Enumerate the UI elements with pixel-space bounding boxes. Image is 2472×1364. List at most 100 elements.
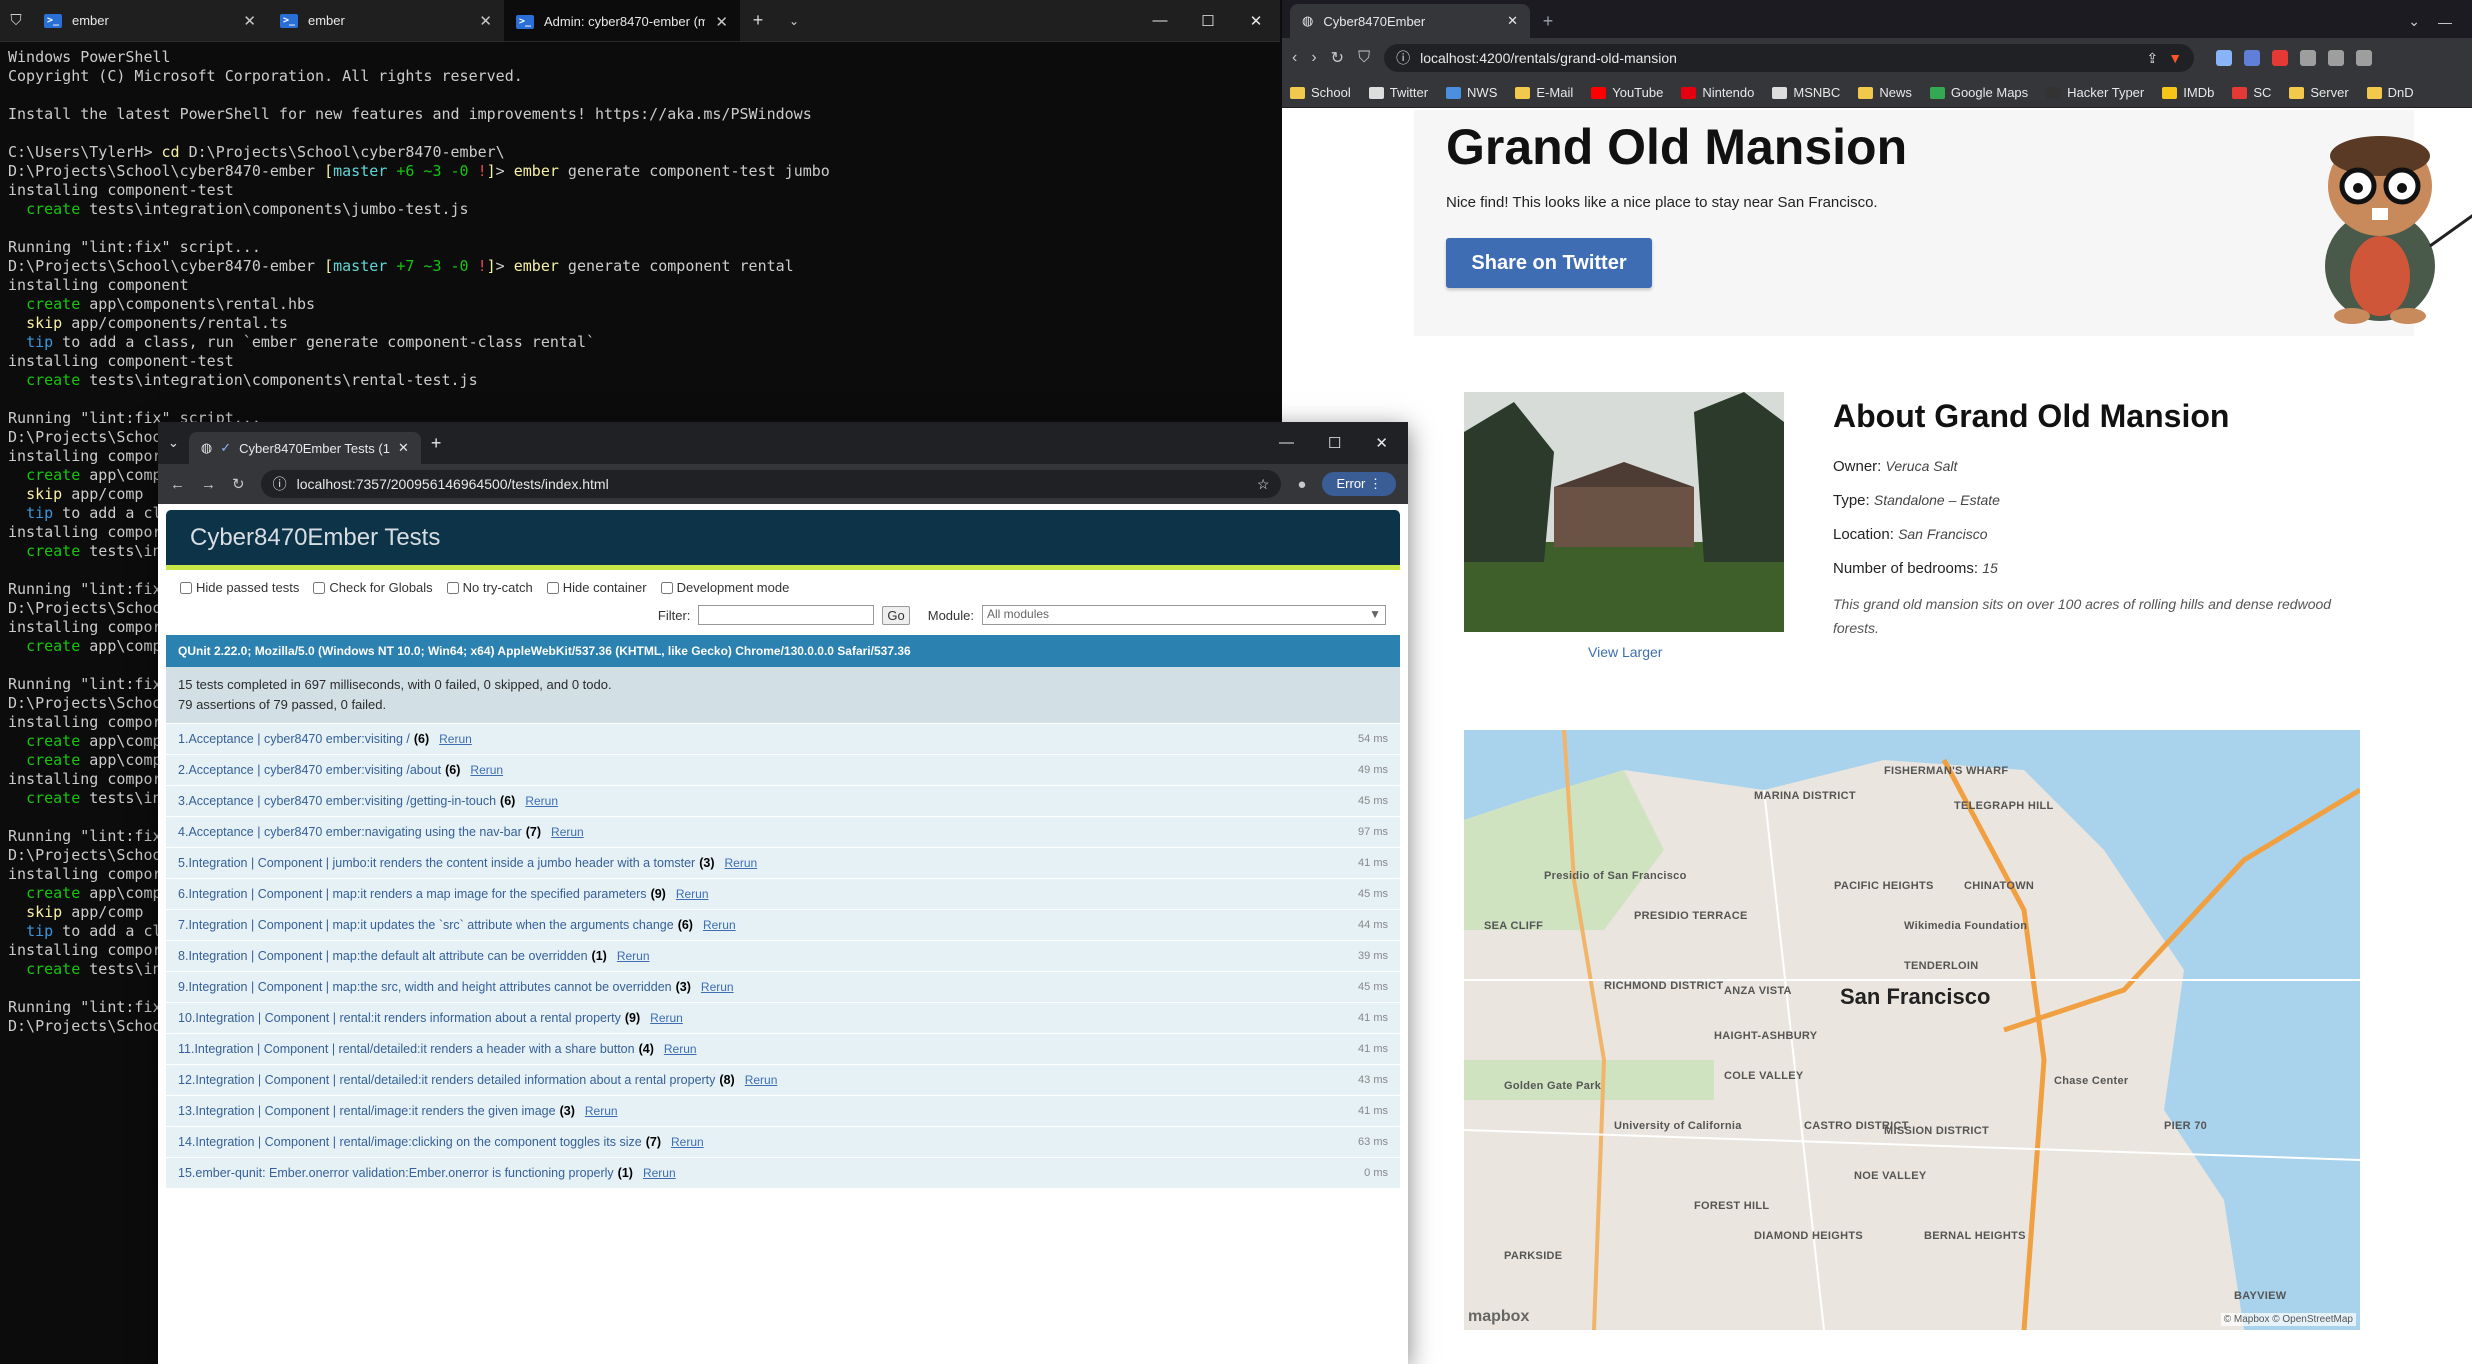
option-hide-passed-tests[interactable]: Hide passed tests xyxy=(180,580,299,595)
extension-icon[interactable] xyxy=(2216,50,2233,66)
error-button[interactable]: Error ⋮ xyxy=(1322,472,1396,496)
rerun-link[interactable]: Rerun xyxy=(643,1166,676,1180)
test-item[interactable]: 12. Integration | Component | rental/det… xyxy=(166,1065,1400,1096)
brave-shield-icon[interactable]: ▼ xyxy=(2168,50,2182,66)
rental-image[interactable] xyxy=(1464,392,1784,632)
go-button[interactable]: Go xyxy=(882,605,910,625)
bookmark-twitter[interactable]: Twitter xyxy=(1368,85,1428,100)
url-text[interactable]: localhost:7357/200956146964500/tests/ind… xyxy=(297,476,1247,492)
test-item[interactable]: 3. Acceptance | cyber8470 ember: visitin… xyxy=(166,786,1400,817)
bookmark-imdb[interactable]: IMDb xyxy=(2162,85,2214,100)
reload-icon[interactable]: ↻ xyxy=(1331,48,1344,68)
rerun-link[interactable]: Rerun xyxy=(650,1011,683,1025)
rerun-link[interactable]: Rerun xyxy=(671,1135,704,1149)
tab-search-icon[interactable]: ⌄ xyxy=(2408,13,2420,30)
forward-icon[interactable]: › xyxy=(1311,49,1316,67)
bookmark-nws[interactable]: NWS xyxy=(1446,85,1497,100)
browser-tab[interactable]: ◍ Cyber8470Ember ✕ xyxy=(1290,4,1530,38)
site-info-icon[interactable]: ⓘ xyxy=(273,474,287,494)
test-item[interactable]: 2. Acceptance | cyber8470 ember: visitin… xyxy=(166,755,1400,786)
new-tab-button[interactable]: + xyxy=(1530,11,1566,32)
test-item[interactable]: 5. Integration | Component | jumbo: it r… xyxy=(166,848,1400,879)
map-image[interactable]: San Francisco MARINA DISTRICT TELEGRAPH H… xyxy=(1464,730,2360,1330)
option-checkbox[interactable] xyxy=(180,581,192,594)
new-tab-button[interactable]: + xyxy=(740,0,776,41)
rerun-link[interactable]: Rerun xyxy=(701,980,734,994)
back-icon[interactable]: ← xyxy=(170,476,185,493)
back-icon[interactable]: ‹ xyxy=(1292,49,1297,67)
minimize-button[interactable]: — xyxy=(1279,434,1294,452)
tab-search-icon[interactable]: ⌄ xyxy=(168,435,179,451)
terminal-tab-2[interactable]: >_ ember ✕ xyxy=(268,0,504,41)
minimize-button[interactable]: — xyxy=(1136,0,1184,41)
terminal-tab-3[interactable]: >_ Admin: cyber8470-ember (ma ✕ xyxy=(504,0,740,41)
rerun-link[interactable]: Rerun xyxy=(617,949,650,963)
test-tab[interactable]: ◍ ✓ Cyber8470Ember Tests (15/ ✕ xyxy=(188,432,421,464)
test-item[interactable]: 1. Acceptance | cyber8470 ember: visitin… xyxy=(166,724,1400,755)
tab-dropdown-icon[interactable]: ⌄ xyxy=(776,0,812,41)
test-item[interactable]: 8. Integration | Component | map: the de… xyxy=(166,941,1400,972)
module-select[interactable]: All modules ▼ xyxy=(982,605,1386,625)
new-tab-button[interactable]: + xyxy=(431,433,442,454)
option-development-mode[interactable]: Development mode xyxy=(660,580,789,595)
close-icon[interactable]: ✕ xyxy=(398,440,409,456)
filter-input[interactable] xyxy=(698,605,875,625)
mapbox-logo[interactable]: mapbox xyxy=(1468,1308,1529,1326)
reload-icon[interactable]: ↻ xyxy=(232,475,245,493)
close-icon[interactable]: ✕ xyxy=(1507,13,1518,29)
rerun-link[interactable]: Rerun xyxy=(470,763,503,777)
profile-icon[interactable]: ● xyxy=(1297,476,1306,493)
rerun-link[interactable]: Rerun xyxy=(664,1042,697,1056)
close-window-button[interactable]: ✕ xyxy=(1232,0,1280,41)
rerun-link[interactable]: Rerun xyxy=(703,918,736,932)
maximize-button[interactable]: ☐ xyxy=(1184,0,1232,41)
test-item[interactable]: 13. Integration | Component | rental/ima… xyxy=(166,1096,1400,1127)
test-item[interactable]: 9. Integration | Component | map: the sr… xyxy=(166,972,1400,1003)
site-info-icon[interactable]: ⓘ xyxy=(1396,48,1410,68)
view-larger-link[interactable]: View Larger xyxy=(1588,644,1662,660)
rerun-link[interactable]: Rerun xyxy=(525,794,558,808)
test-item[interactable]: 7. Integration | Component | map: it upd… xyxy=(166,910,1400,941)
test-item[interactable]: 15. ember-qunit: Ember.onerror validatio… xyxy=(166,1158,1400,1189)
minimize-button[interactable]: — xyxy=(2438,14,2452,30)
qunit-header[interactable]: Cyber8470Ember Tests xyxy=(166,510,1400,570)
address-bar[interactable]: ⓘ localhost:4200/rentals/grand-old-mansi… xyxy=(1384,44,2195,72)
bookmark-google-maps[interactable]: Google Maps xyxy=(1929,85,2028,100)
share-icon[interactable]: ⇪ xyxy=(2146,50,2158,67)
puzzle-icon[interactable] xyxy=(2300,50,2317,66)
bookmark-icon[interactable]: ⛉ xyxy=(1358,49,1370,67)
url-text[interactable]: localhost:4200/rentals/grand-old-mansion xyxy=(1420,50,2136,66)
option-checkbox[interactable] xyxy=(313,581,326,594)
rerun-link[interactable]: Rerun xyxy=(725,856,758,870)
bookmark-school[interactable]: School xyxy=(1290,85,1351,100)
option-hide-container[interactable]: Hide container xyxy=(546,580,647,595)
terminal-tab-1[interactable]: >_ ember ✕ xyxy=(32,0,268,41)
test-item[interactable]: 4. Acceptance | cyber8470 ember: navigat… xyxy=(166,817,1400,848)
bookmark-sc[interactable]: SC xyxy=(2232,85,2271,100)
star-icon[interactable]: ☆ xyxy=(1257,476,1270,493)
share-on-twitter-button[interactable]: Share on Twitter xyxy=(1446,238,1652,288)
bookmark-youtube[interactable]: YouTube xyxy=(1591,85,1663,100)
test-item[interactable]: 14. Integration | Component | rental/ima… xyxy=(166,1127,1400,1158)
rerun-link[interactable]: Rerun xyxy=(585,1104,618,1118)
extension-icon[interactable] xyxy=(2244,50,2261,66)
close-icon[interactable]: ✕ xyxy=(715,13,728,31)
test-item[interactable]: 10. Integration | Component | rental: it… xyxy=(166,1003,1400,1034)
address-bar[interactable]: ⓘ localhost:7357/200956146964500/tests/i… xyxy=(260,470,1282,498)
option-checkbox[interactable] xyxy=(660,581,673,594)
rerun-link[interactable]: Rerun xyxy=(551,825,584,839)
download-icon[interactable] xyxy=(2328,50,2345,66)
extension-icon[interactable] xyxy=(2272,50,2289,66)
bookmark-hacker-typer[interactable]: Hacker Typer xyxy=(2046,85,2144,100)
option-check-for-globals[interactable]: Check for Globals xyxy=(313,580,433,595)
bookmark-msnbc[interactable]: MSNBC xyxy=(1772,85,1840,100)
bookmark-news[interactable]: News xyxy=(1858,85,1912,100)
close-window-button[interactable]: ✕ xyxy=(1375,434,1388,452)
bookmark-server[interactable]: Server xyxy=(2289,85,2349,100)
test-item[interactable]: 11. Integration | Component | rental/det… xyxy=(166,1034,1400,1065)
maximize-button[interactable]: ☐ xyxy=(1328,434,1341,452)
option-checkbox[interactable] xyxy=(546,581,559,594)
rerun-link[interactable]: Rerun xyxy=(439,732,472,746)
bookmark-nintendo[interactable]: Nintendo xyxy=(1681,85,1754,100)
rerun-link[interactable]: Rerun xyxy=(745,1073,778,1087)
